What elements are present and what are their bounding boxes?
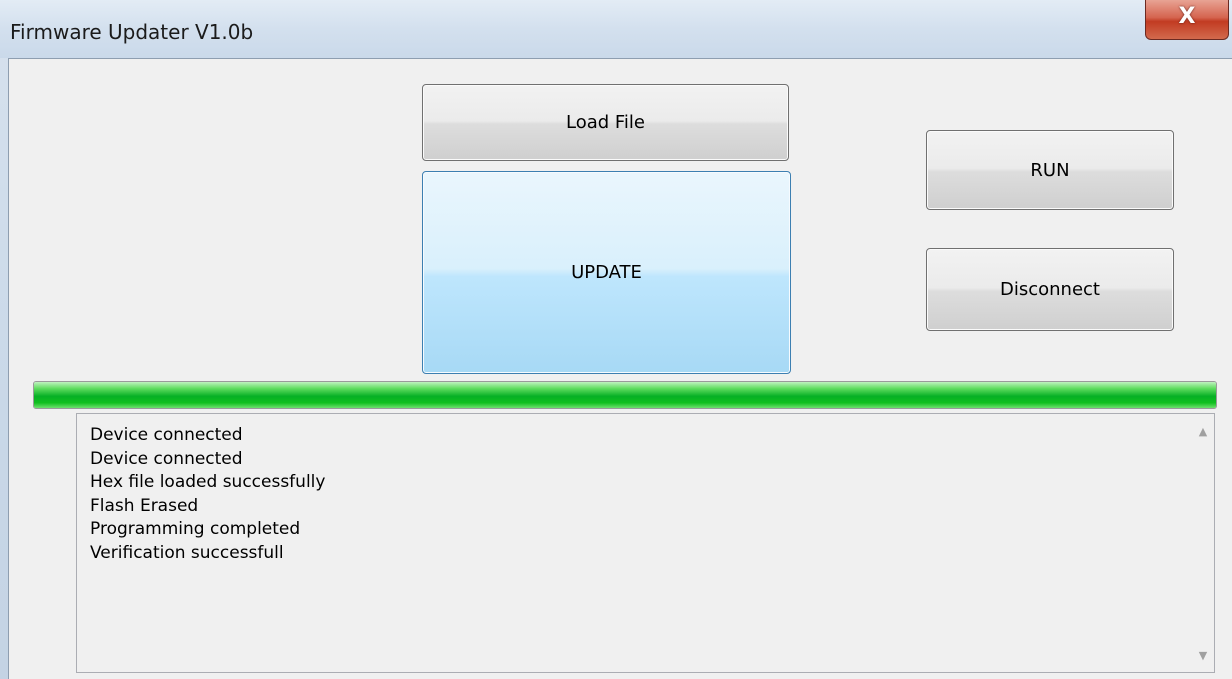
- log-line: Verification successfull: [90, 542, 284, 563]
- log-line: Device connected: [90, 425, 243, 445]
- scroll-up-icon[interactable]: ▲: [1192, 420, 1214, 442]
- log-line: Programming completed: [90, 519, 301, 540]
- log-line: Device connected: [90, 448, 243, 469]
- run-button[interactable]: RUN: [926, 130, 1174, 210]
- load-file-button[interactable]: Load File: [422, 84, 789, 161]
- log-lines: Device connected Device connected Hex fi…: [90, 424, 325, 566]
- window-title: Firmware Updater V1.0b: [10, 20, 254, 44]
- client-area: Load File UPDATE RUN Disconnect Device c…: [8, 58, 1232, 679]
- log-line: Hex file loaded successfully: [90, 472, 326, 493]
- close-icon: X: [1178, 4, 1196, 29]
- disconnect-button[interactable]: Disconnect: [926, 248, 1174, 331]
- app-window: Firmware Updater V1.0b X Load File UPDAT…: [0, 0, 1232, 679]
- close-button[interactable]: X: [1145, 0, 1229, 40]
- log-line: Flash Erased: [90, 495, 199, 516]
- scroll-down-icon[interactable]: ▼: [1192, 644, 1214, 666]
- title-bar[interactable]: Firmware Updater V1.0b X: [0, 0, 1232, 58]
- progress-fill: [34, 382, 1216, 408]
- log-scrollbar[interactable]: ▲ ▼: [1192, 414, 1214, 672]
- update-button[interactable]: UPDATE: [422, 171, 791, 374]
- log-textbox[interactable]: Device connected Device connected Hex fi…: [76, 413, 1215, 673]
- progress-bar: [33, 381, 1217, 409]
